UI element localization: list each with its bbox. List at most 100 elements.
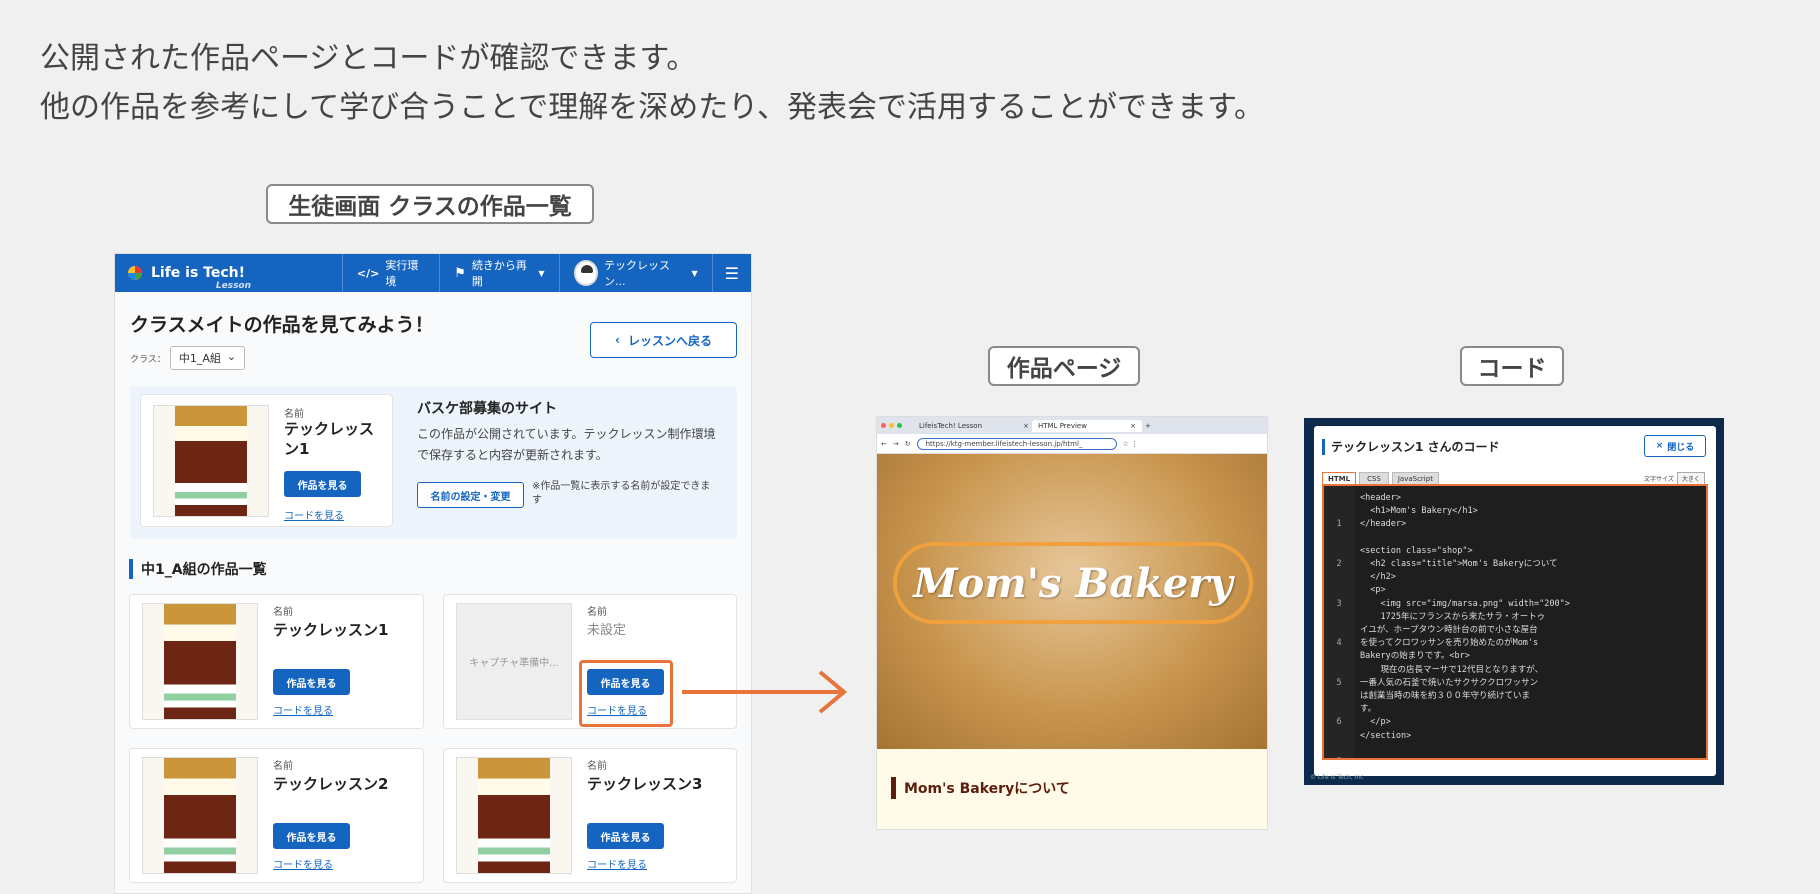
browser-tab[interactable]: LifeisTech! Lesson × [919, 422, 1029, 430]
line-number: 1 [1336, 519, 1342, 530]
work-thumbnail[interactable] [142, 603, 258, 720]
code-editor[interactable]: 1 2 3 4 5 6 7 8 9 <header> <h1>Mom's Bak… [1322, 484, 1708, 760]
my-work-card: 名前 テックレッスン1 作品を見る コードを見る [140, 394, 393, 527]
intro-line-2: 他の作品を参考にして学び合うことで理解を深めたり、発表会で活用することができます… [40, 90, 1264, 125]
work-thumbnail[interactable] [456, 757, 572, 874]
view-work-button[interactable]: 作品を見る [273, 669, 350, 695]
work-name-label: 名前 [273, 761, 293, 772]
my-view-code-link[interactable]: コードを見る [284, 507, 344, 522]
my-name: テックレッスン1 [284, 420, 375, 458]
page-title: クラスメイトの作品を見てみよう！ [130, 314, 434, 336]
close-icon: × [1023, 421, 1029, 430]
close-icon: × [1130, 421, 1136, 430]
line-number: 6 [1336, 717, 1342, 728]
line-number: 7 [1324, 756, 1354, 758]
caption-code: コード [1460, 346, 1564, 386]
chevron-down-icon: ⌄ [226, 350, 237, 363]
line-numbers: 1 2 3 4 5 6 7 8 9 [1324, 486, 1354, 758]
class-label: クラス： [130, 354, 166, 365]
work-thumbnail[interactable] [142, 757, 258, 874]
code-icon: </> [356, 266, 380, 280]
class-select-value: 中1_A組 [178, 352, 221, 365]
intro-line-1: 公開された作品ページとコードが確認できます。 [40, 41, 697, 76]
line-number: 4 [1336, 638, 1342, 649]
publish-description: この作品が公開されています。テックレッスン制作環境で保存すると内容が更新されます… [417, 427, 716, 462]
work-card: 名前 テックレッスン1 作品を見る コードを見る [129, 594, 424, 729]
caption-work: 作品ページ [988, 346, 1140, 386]
logo[interactable]: Life is Tech! Lesson [115, 265, 342, 291]
site-title: バスケ部募集のサイト [417, 401, 557, 417]
work-name-label: 名前 [587, 607, 607, 618]
view-code-link[interactable]: コードを見る [273, 856, 333, 871]
code-modal: テックレッスン1 さんのコード × 閉じる HTML CSS JavaScript… [1314, 426, 1716, 776]
work-name: 未設定 [587, 623, 627, 638]
capture-pending-placeholder: キャプチャ準備中... [456, 603, 572, 720]
view-work-button[interactable]: 作品を見る [587, 823, 664, 849]
work-page-preview: LifeisTech! Lesson × HTML Preview × + ← → ↻ … [876, 416, 1268, 830]
class-select[interactable]: 中1_A組 ⌄ [169, 346, 246, 370]
code-modal-title: テックレッスン1 さんのコード [1331, 440, 1500, 454]
line-number: 5 [1336, 677, 1342, 688]
about-section: Mom's Bakeryについて [877, 749, 1267, 829]
highlight-box [579, 660, 673, 727]
flag-icon: ⚑ [454, 265, 466, 281]
toolbar-icons: ☆ ⋮ [1122, 439, 1139, 448]
back-to-lesson-button[interactable]: ‹ レッスンへ戻る [590, 322, 737, 358]
my-name-label: 名前 [284, 409, 304, 420]
arrow-right-icon [682, 670, 848, 714]
hero-image: Mom's Bakery [877, 454, 1267, 749]
list-heading: 中1_A組の作品一覧 [129, 559, 267, 579]
tab-1-label: LifeisTech! Lesson [919, 421, 983, 430]
code-view: テックレッスン1 さんのコード × 閉じる HTML CSS JavaScript… [1304, 418, 1724, 785]
back-icon[interactable]: ← [881, 440, 887, 448]
nav-run[interactable]: </> 実行環境 [341, 254, 439, 292]
browser-toolbar: ← → ↻ https://ktg-member.lifeistech-lesson… [877, 434, 1267, 454]
close-icon: × [1655, 441, 1664, 451]
work-name-label: 名前 [273, 607, 293, 618]
work-card: 名前 テックレッスン2 作品を見る コードを見る [129, 748, 424, 883]
chevron-left-icon: ‹ [615, 333, 620, 347]
caret-down-icon: ▼ [691, 268, 698, 278]
work-card: 名前 テックレッスン3 作品を見る コードを見る [443, 748, 737, 883]
caption-student: 生徒画面 クラスの作品一覧 [266, 184, 594, 224]
view-code-link[interactable]: コードを見る [273, 702, 333, 717]
my-view-work-button[interactable]: 作品を見る [284, 471, 361, 497]
logo-sub: Lesson [215, 281, 252, 291]
tab-2-label: HTML Preview [1038, 421, 1087, 430]
list-title: 中1_A組の作品一覧 [141, 562, 267, 578]
intro-text: 公開された作品ページとコードが確認できます。 他の作品を参考にして学び合うことで… [40, 34, 1264, 132]
nav-resume[interactable]: ⚑ 続きから再開 ▼ [439, 254, 558, 292]
logo-text: Life is Tech! [151, 265, 246, 281]
line-number: 2 [1336, 559, 1342, 570]
view-code-link[interactable]: コードを見る [587, 856, 647, 871]
rename-note: ※作品一覧に表示する名前が設定できます [532, 481, 711, 506]
my-work-panel: 名前 テックレッスン1 作品を見る コードを見る バスケ部募集のサイト この作品… [130, 386, 737, 539]
new-tab-icon[interactable]: + [1145, 422, 1151, 430]
back-label: レッスンへ戻る [627, 333, 712, 348]
close-button[interactable]: × 閉じる [1644, 435, 1706, 457]
reload-icon[interactable]: ↻ [905, 440, 911, 448]
logo-icon [128, 266, 142, 280]
line-number: 3 [1336, 598, 1342, 609]
nav-user[interactable]: テックレッスン... ▼ [558, 254, 712, 292]
about-heading: Mom's Bakeryについて [904, 781, 1070, 797]
student-app: Life is Tech! Lesson </> 実行環境 ⚑ 続きから再開 ▼ テック… [114, 253, 752, 894]
rename-button[interactable]: 名前の設定・変更 [417, 482, 524, 508]
nav-run-label: 実行環境 [385, 259, 419, 288]
code-text: <header> <h1>Mom's Bakery</h1> </header>… [1360, 493, 1570, 741]
hero-title: Mom's Bakery [893, 542, 1253, 624]
menu-button[interactable]: ☰ [711, 254, 751, 292]
font-size-label: 文字サイズ [1644, 476, 1674, 483]
browser-tabbar: LifeisTech! Lesson × HTML Preview × + [877, 417, 1267, 434]
my-work-thumbnail[interactable] [153, 405, 269, 517]
nav-resume-label: 続きから再開 [471, 259, 527, 288]
view-work-button[interactable]: 作品を見る [273, 823, 350, 849]
nav-user-label: テックレッスン... [604, 259, 671, 288]
browser-tab-active[interactable]: HTML Preview × [1032, 419, 1142, 432]
work-name-label: 名前 [587, 761, 607, 772]
work-name: テックレッスン3 [587, 775, 703, 793]
caret-down-icon: ▼ [538, 268, 545, 278]
forward-icon[interactable]: → [893, 440, 899, 448]
menu-icon: ☰ [724, 263, 739, 283]
url-bar[interactable]: https://ktg-member.lifeistech-lesson.jp/… [916, 437, 1117, 450]
